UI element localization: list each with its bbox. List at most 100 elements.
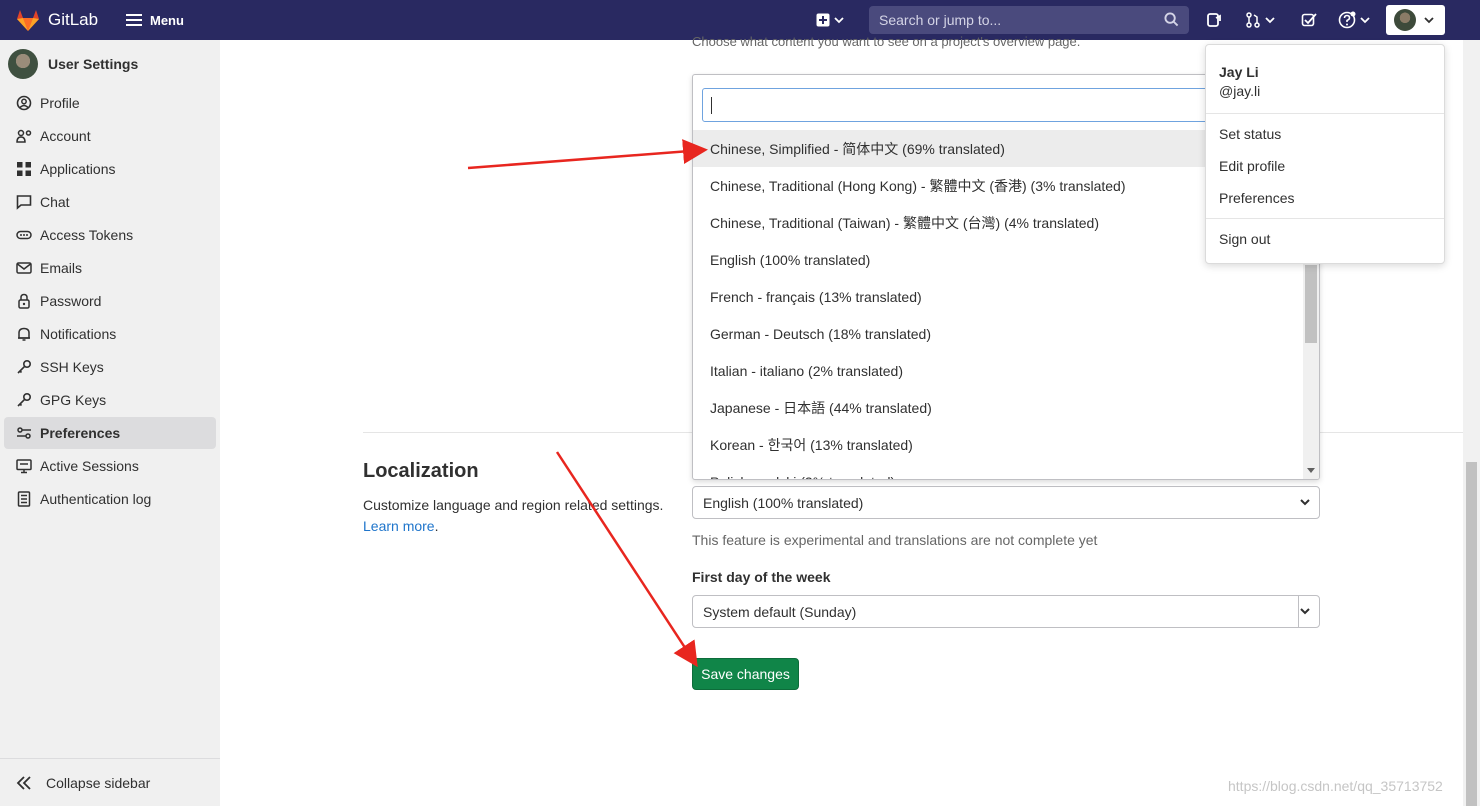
set-status-item[interactable]: Set status [1219,126,1281,142]
language-selected-value: English (100% translated) [703,494,864,511]
sidebar-item-profile[interactable]: Profile [4,87,216,119]
search-placeholder: Search or jump to... [879,12,1002,28]
help-icon [1338,11,1356,29]
user-avatar-button[interactable] [1386,5,1445,35]
preferences-icon [17,427,31,439]
language-option[interactable]: German - Deutsch (18% translated) [693,315,1303,352]
save-changes-button[interactable]: Save changes [692,658,799,690]
search-input[interactable]: Search or jump to... [869,6,1189,34]
edit-profile-item[interactable]: Edit profile [1219,158,1285,174]
sidebar-item-preferences[interactable]: Preferences [4,417,216,449]
chevron-down-icon [1300,499,1310,506]
language-option[interactable]: Japanese - 日本語 (44% translated) [693,389,1303,426]
sidebar-item-label: Applications [40,161,116,177]
localization-title: Localization [363,460,479,482]
sidebar-item-account[interactable]: Account [4,120,216,152]
scroll-down-arrow-icon[interactable] [1307,468,1315,473]
sidebar-item-access-tokens[interactable]: Access Tokens [4,219,216,251]
overview-description: Choose what content you want to see on a… [692,34,1081,49]
user-name: Jay Li [1219,64,1259,80]
issues-button[interactable] [1206,10,1222,30]
sidebar-item-label: SSH Keys [40,359,104,375]
preferences-item[interactable]: Preferences [1219,190,1294,206]
todo-icon [1301,13,1317,27]
sidebar-item-label: Preferences [40,425,121,441]
settings-sidebar: User Settings Profile Account Applicatio… [0,40,220,806]
monitor-icon [16,459,32,474]
sign-out-item[interactable]: Sign out [1219,231,1270,247]
first-day-selected-value: System default (Sunday) [703,603,857,620]
merge-requests-button[interactable] [1245,10,1275,30]
avatar [1394,9,1416,31]
language-option[interactable]: Korean - 한국어 (13% translated) [693,426,1303,463]
key-icon [17,392,32,407]
menu-button[interactable]: Menu [126,8,184,32]
menu-divider [1206,218,1444,219]
sidebar-item-label: Emails [40,260,83,276]
sidebar-item-active-sessions[interactable]: Active Sessions [4,450,216,482]
user-handle: @jay.li [1219,83,1261,99]
language-search-input[interactable] [702,88,1217,122]
chevron-down-icon [1424,17,1434,24]
new-dropdown-button[interactable] [816,10,844,30]
sidebar-item-password[interactable]: Password [4,285,216,317]
dropdown-scroll-thumb[interactable] [1305,265,1317,343]
search-icon [1164,12,1179,27]
bell-icon [18,327,30,341]
key-icon [17,359,32,374]
collapse-sidebar-button[interactable]: Collapse sidebar [16,775,150,791]
text-caret [711,97,712,114]
mail-icon [16,262,32,274]
sidebar-item-authentication-log[interactable]: Authentication log [4,483,216,515]
sidebar-item-gpg-keys[interactable]: GPG Keys [4,384,216,416]
first-day-select[interactable]: System default (Sunday) [692,595,1320,628]
language-option[interactable]: Polish - polski (3% translated) [693,463,1303,480]
sidebar-item-label: Account [40,128,91,144]
sidebar-header[interactable]: User Settings [8,49,138,79]
first-day-label: First day of the week [692,569,831,585]
sidebar-item-label: GPG Keys [40,392,107,408]
todos-button[interactable] [1301,10,1317,30]
account-icon [16,129,32,143]
language-option[interactable]: Italian - italiano (2% translated) [693,352,1303,389]
language-option[interactable]: French - français (13% translated) [693,278,1303,315]
sidebar-item-label: Active Sessions [40,458,139,474]
gitlab-logo-icon[interactable] [14,6,42,34]
chevron-down-icon [1300,608,1310,615]
watermark: https://blog.csdn.net/qq_35713752 [1228,778,1443,794]
brand-name[interactable]: GitLab [48,10,98,30]
user-menu-dropdown: Jay Li @jay.li Set status Edit profile P… [1205,44,1445,264]
token-icon [16,230,32,240]
applications-icon [17,162,31,176]
language-help-text: This feature is experimental and transla… [692,532,1098,548]
page-scroll-thumb[interactable] [1466,462,1477,806]
double-chevron-left-icon [16,776,31,790]
chevron-down-icon [1360,17,1370,24]
sidebar-item-ssh-keys[interactable]: SSH Keys [4,351,216,383]
page-scrollbar[interactable] [1463,40,1480,806]
sidebar-item-chat[interactable]: Chat [4,186,216,218]
localization-description-text: Customize language and region related se… [363,497,664,513]
sidebar-item-label: Notifications [40,326,117,342]
plus-square-icon [816,13,830,27]
sidebar-item-emails[interactable]: Emails [4,252,216,284]
log-icon [17,491,31,507]
issues-icon [1207,13,1221,27]
lock-icon [18,293,30,309]
help-button[interactable] [1338,10,1370,30]
language-select[interactable]: English (100% translated) [692,486,1320,519]
learn-more-link[interactable]: Learn more [363,518,435,534]
sidebar-item-notifications[interactable]: Notifications [4,318,216,350]
menu-divider [1206,113,1444,114]
profile-icon [16,95,32,111]
sidebar-title: User Settings [48,56,139,72]
sidebar-item-label: Access Tokens [40,227,134,243]
sidebar-item-label: Password [40,293,102,309]
avatar [8,49,38,79]
merge-request-icon [1246,12,1260,28]
chevron-down-icon [834,17,844,24]
sidebar-item-label: Authentication log [40,491,152,507]
hamburger-icon [126,14,142,26]
chevron-down-icon [1265,17,1275,24]
sidebar-item-applications[interactable]: Applications [4,153,216,185]
